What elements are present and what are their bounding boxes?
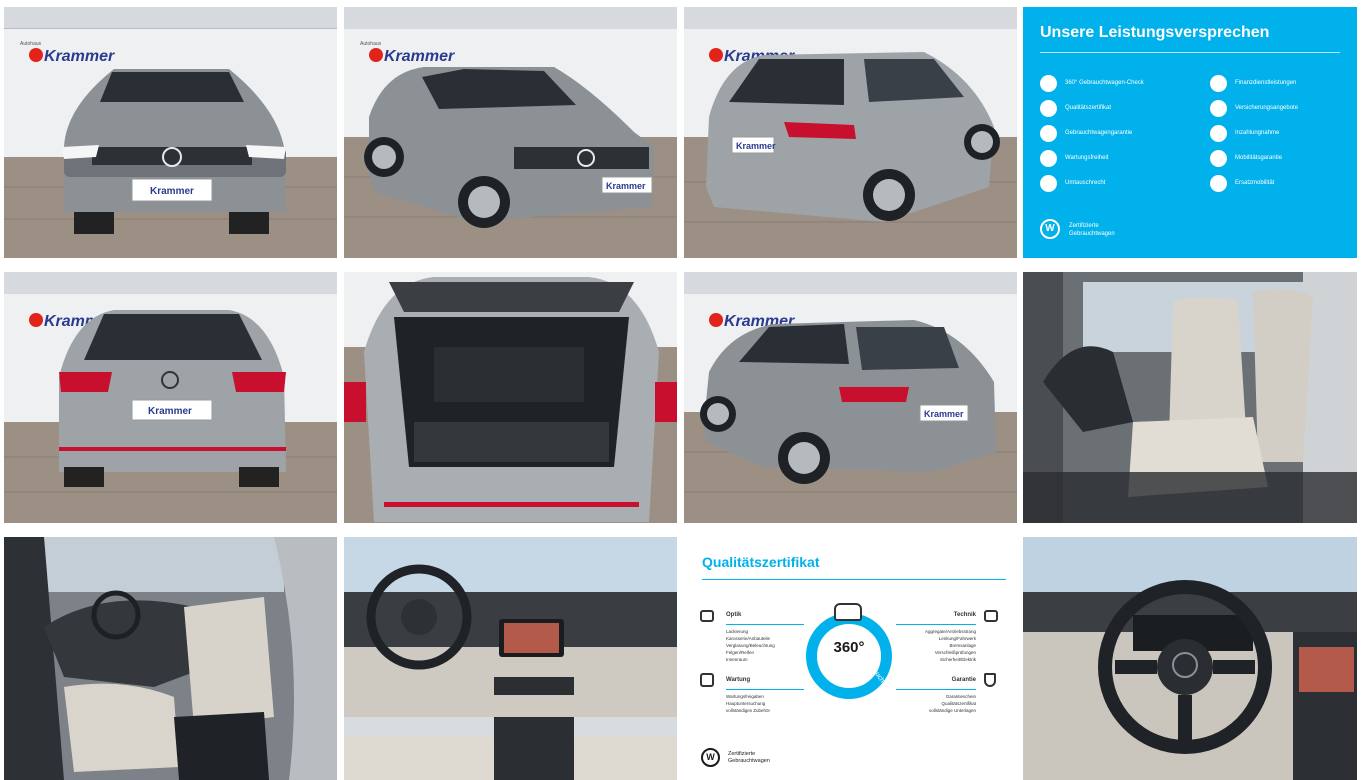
- photo-rear[interactable]: Krammer Krammer: [4, 272, 337, 523]
- photo-front-seats[interactable]: [1023, 272, 1357, 523]
- certificate-divider: [702, 579, 1006, 580]
- exchange-icon: [1040, 174, 1057, 192]
- promise-item-4: Umtauschrecht: [1040, 173, 1105, 193]
- photo-front-three-quarter[interactable]: Autohaus Krammer Krammer: [344, 7, 677, 258]
- promise-footer: Zertifizierte Gebrauchtwagen: [1069, 223, 1115, 237]
- replacement-car-icon: [1210, 174, 1227, 192]
- photo-cockpit[interactable]: [1023, 537, 1357, 780]
- car-icon: [700, 610, 714, 622]
- promise-panel[interactable]: Unsere Leistungsversprechen 360° Gebrauc…: [1023, 7, 1357, 258]
- photo-rear-three-quarter[interactable]: Krammer Krammer: [684, 7, 1017, 258]
- certificate-footer: Zertifizierte Gebrauchtwagen: [728, 751, 770, 764]
- vw-logo-icon: W: [1040, 219, 1060, 239]
- promise-divider: [1040, 52, 1340, 53]
- shield-icon: [1040, 124, 1057, 142]
- badge-number: 360°: [833, 639, 865, 656]
- certificate-title: Qualitätszertifikat: [702, 554, 820, 570]
- garantie-divider: [896, 689, 976, 690]
- finance-icon: [1210, 74, 1227, 92]
- section-optik: Optik: [726, 612, 742, 618]
- photo-trunk[interactable]: [344, 272, 677, 523]
- promise-item-0: 360° Gebrauchtwagen-Check: [1040, 73, 1144, 93]
- plate-text: Krammer: [606, 181, 646, 191]
- section-technik: Technik: [953, 612, 976, 618]
- photo-dashboard[interactable]: [344, 537, 677, 780]
- promise-item-5: Finanzdienstleistungen: [1210, 73, 1296, 93]
- promise-item-6: Versicherungsangebote: [1210, 98, 1298, 118]
- plate-text: Krammer: [148, 406, 192, 417]
- technik-divider: [896, 624, 976, 625]
- certificate-icon: [1040, 99, 1057, 117]
- promise-item-2: Gebrauchtwagengarantie: [1040, 123, 1132, 143]
- promise-item-3: Wartungsfreiheit: [1040, 148, 1108, 168]
- photo-rear-side[interactable]: Krammer Krammer: [684, 272, 1017, 523]
- wartung-list: Wartungsfreigaben Hauptuntersuchung voll…: [726, 694, 771, 713]
- dealer-small-label: Autohaus: [20, 41, 42, 47]
- shield-icon: [984, 673, 996, 687]
- vw-logo-icon: W: [701, 748, 720, 767]
- plate-text: Krammer: [736, 141, 776, 151]
- car-check-icon: [834, 603, 862, 621]
- optik-list: Lackierung Karosserie/Anbauteile Verglas…: [726, 629, 775, 662]
- car-icon: [1210, 149, 1227, 167]
- photo-interior-door[interactable]: [4, 537, 337, 780]
- wartung-divider: [726, 689, 804, 690]
- check-360-badge: [806, 613, 892, 699]
- insurance-icon: [1210, 99, 1227, 117]
- promise-item-9: Ersatzmobilität: [1210, 173, 1274, 193]
- garantie-list: Garantieschein Qualitätszertifikat volls…: [928, 694, 976, 713]
- check-icon: [1040, 74, 1057, 92]
- promise-title: Unsere Leistungsversprechen: [1040, 24, 1270, 41]
- certificate-panel[interactable]: Qualitätszertifikat 360° Gebrauchtwagen-…: [684, 537, 1017, 780]
- dealer-logo-text: Krammer: [44, 48, 115, 65]
- section-garantie: Garantie: [951, 677, 976, 683]
- dealer-small-label: Autohaus: [360, 41, 382, 47]
- promise-item-1: Qualitätszertifikat: [1040, 98, 1111, 118]
- optik-divider: [726, 624, 804, 625]
- plate-text: Krammer: [924, 409, 964, 419]
- wrench-icon: [1040, 149, 1057, 167]
- promise-item-7: Inzahlungnahme: [1210, 123, 1279, 143]
- photo-front[interactable]: Autohaus Krammer Krammer: [4, 7, 337, 258]
- section-wartung: Wartung: [726, 677, 751, 683]
- wrench-icon: [700, 673, 714, 687]
- car-tech-icon: [984, 610, 998, 622]
- technik-list: Aggregate/Antriebsstrang Lenkung/Fahrwer…: [924, 629, 976, 662]
- plate-text: Krammer: [150, 186, 194, 197]
- dealer-logo-text: Krammer: [384, 48, 455, 65]
- promise-item-8: Mobilitätsgarantie: [1210, 148, 1282, 168]
- key-icon: [1210, 124, 1227, 142]
